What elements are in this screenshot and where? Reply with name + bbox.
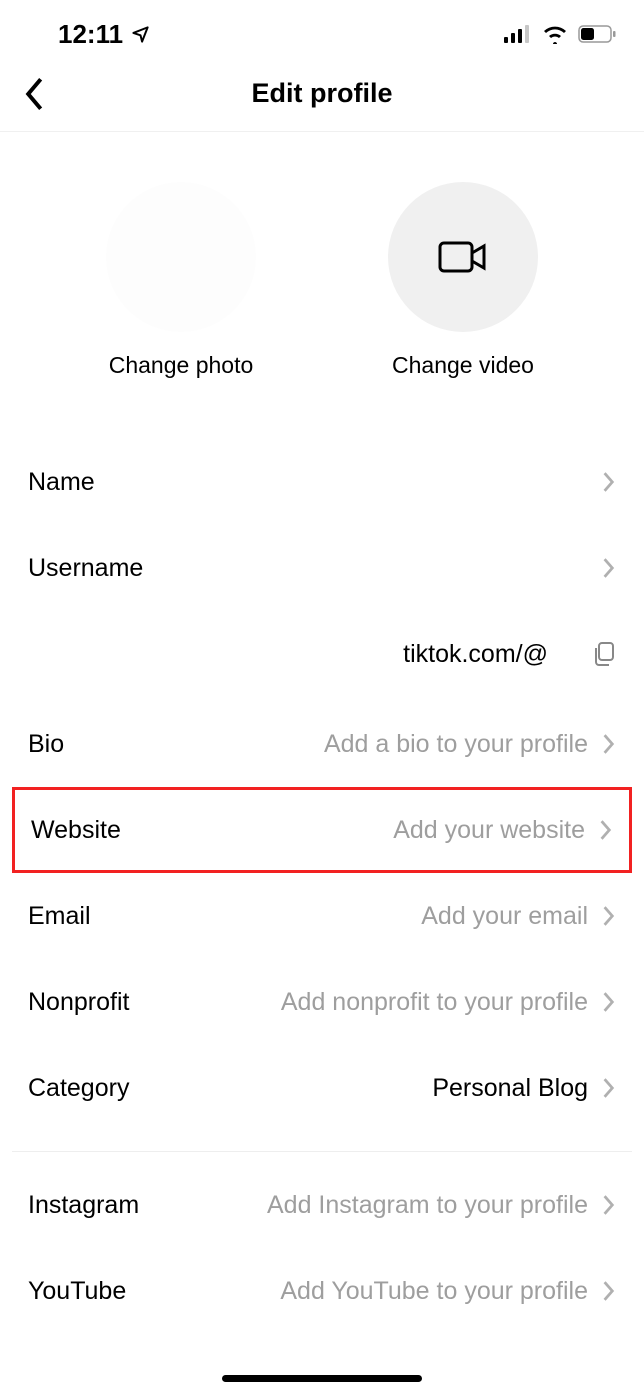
status-left: 12:11 [58, 19, 150, 50]
youtube-value: Add YouTube to your profile [280, 1277, 588, 1306]
location-icon [131, 25, 150, 44]
website-value: Add your website [393, 816, 585, 845]
copy-button[interactable] [592, 641, 616, 667]
change-photo-button[interactable]: Change photo [61, 182, 301, 379]
nonprofit-label: Nonprofit [28, 988, 129, 1017]
chevron-right-icon [602, 1077, 616, 1099]
email-value: Add your email [421, 902, 588, 931]
cellular-icon [504, 24, 532, 44]
category-value: Personal Blog [432, 1074, 588, 1103]
instagram-value: Add Instagram to your profile [267, 1191, 588, 1220]
chevron-right-icon [599, 819, 613, 841]
profile-link-row: tiktok.com/@ [0, 611, 644, 697]
bio-row[interactable]: Bio Add a bio to your profile [0, 701, 644, 787]
change-video-button[interactable]: Change video [343, 182, 583, 379]
bio-label: Bio [28, 730, 64, 759]
category-row[interactable]: Category Personal Blog [0, 1045, 644, 1131]
change-video-label: Change video [392, 352, 534, 379]
profile-link-text: tiktok.com/@ [403, 640, 548, 669]
chevron-right-icon [602, 471, 616, 493]
back-button[interactable] [22, 77, 48, 111]
category-label: Category [28, 1074, 129, 1103]
chevron-right-icon [602, 1194, 616, 1216]
video-avatar-placeholder [388, 182, 538, 332]
home-indicator[interactable] [222, 1375, 422, 1382]
video-camera-icon [436, 237, 490, 277]
nav-header: Edit profile [0, 56, 644, 132]
nonprofit-value: Add nonprofit to your profile [281, 988, 588, 1017]
battery-icon [578, 25, 616, 43]
status-time: 12:11 [58, 19, 123, 50]
website-label: Website [31, 816, 121, 845]
page-title: Edit profile [252, 78, 393, 109]
website-row[interactable]: Website Add your website [15, 790, 629, 870]
chevron-right-icon [602, 991, 616, 1013]
status-bar: 12:11 [0, 0, 644, 56]
instagram-label: Instagram [28, 1191, 139, 1220]
nonprofit-row[interactable]: Nonprofit Add nonprofit to your profile [0, 959, 644, 1045]
username-row[interactable]: Username [0, 525, 644, 611]
email-label: Email [28, 902, 91, 931]
instagram-row[interactable]: Instagram Add Instagram to your profile [0, 1162, 644, 1248]
media-section: Change photo Change video [0, 132, 644, 439]
youtube-label: YouTube [28, 1277, 126, 1306]
email-row[interactable]: Email Add your email [0, 873, 644, 959]
bio-value: Add a bio to your profile [324, 730, 588, 759]
section-divider [12, 1151, 632, 1152]
name-label: Name [28, 468, 95, 497]
status-right [504, 24, 616, 44]
chevron-right-icon [602, 905, 616, 927]
chevron-right-icon [602, 1280, 616, 1302]
username-label: Username [28, 554, 143, 583]
photo-avatar-placeholder [106, 182, 256, 332]
name-row[interactable]: Name [0, 439, 644, 525]
chevron-right-icon [602, 557, 616, 579]
change-photo-label: Change photo [109, 352, 254, 379]
website-highlight: Website Add your website [12, 787, 632, 873]
wifi-icon [542, 24, 568, 44]
youtube-row[interactable]: YouTube Add YouTube to your profile [0, 1248, 644, 1334]
chevron-right-icon [602, 733, 616, 755]
